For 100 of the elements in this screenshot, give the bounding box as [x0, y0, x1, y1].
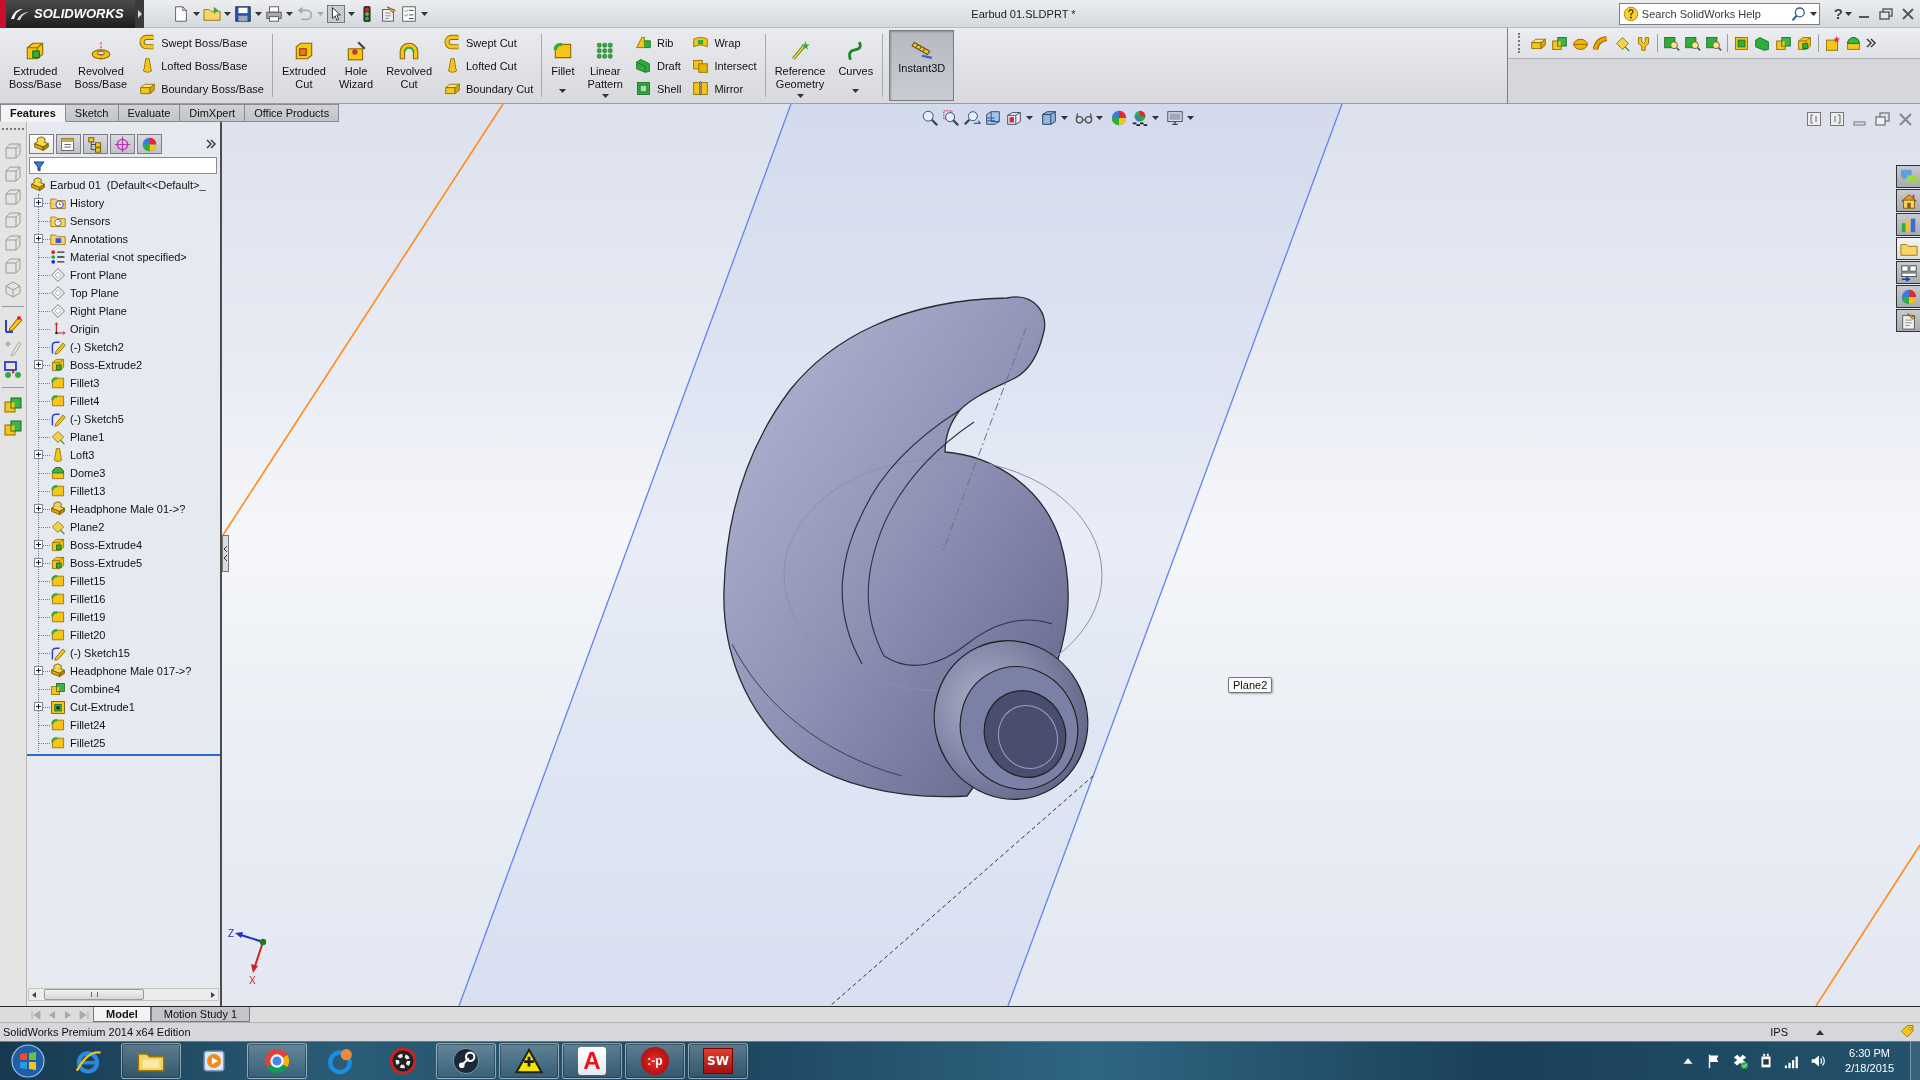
tree-item-label[interactable]: Sensors: [70, 215, 111, 227]
magnifier-arrow-icon[interactable]: [963, 109, 981, 127]
cube-stack-icon[interactable]: [1005, 109, 1023, 127]
ribbon-button[interactable]: Swept Boss/Base: [137, 34, 266, 51]
stacked-blocks-icon[interactable]: [3, 395, 23, 415]
repair-sketch-icon[interactable]: [3, 360, 23, 380]
ribbon-button[interactable]: Intersect: [690, 57, 759, 74]
cube-icon[interactable]: [1040, 109, 1058, 127]
tree-item-label[interactable]: Fillet15: [70, 575, 106, 587]
caret-icon[interactable]: [1061, 116, 1068, 120]
section-block-icon[interactable]: [984, 109, 1002, 127]
task-pane-tab[interactable]: [1896, 213, 1920, 236]
tree-item-label[interactable]: (-) Sketch5: [70, 413, 124, 425]
units-label[interactable]: IPS: [1770, 1026, 1788, 1038]
tree-item-label[interactable]: Fillet25: [70, 737, 106, 749]
help-button[interactable]: ?: [1831, 5, 1845, 22]
tree-item-label[interactable]: (-) Sketch2: [70, 341, 124, 353]
color-ball-icon[interactable]: [1110, 109, 1128, 127]
expand-box-icon[interactable]: [34, 666, 43, 675]
panel-tab[interactable]: [110, 134, 135, 154]
task-pane-tab[interactable]: [1896, 237, 1920, 260]
tree-item-label[interactable]: Boss-Extrude5: [70, 557, 143, 569]
expand-box-icon[interactable]: [34, 540, 43, 549]
clock-time[interactable]: 6:30 PM: [1849, 1046, 1890, 1061]
tree-item-label[interactable]: Annotations: [70, 233, 129, 245]
tree-item-label[interactable]: Fillet13: [70, 485, 106, 497]
panel-tab[interactable]: [137, 134, 162, 154]
shell-icon[interactable]: [1733, 34, 1750, 52]
tree-item-label[interactable]: Fillet16: [70, 593, 106, 605]
tree-item-label[interactable]: Fillet20: [70, 629, 106, 641]
tree-item-label[interactable]: Dome3: [70, 467, 106, 479]
caret-icon[interactable]: [421, 11, 428, 16]
logo-menu-button[interactable]: SOLIDWORKS: [0, 0, 135, 28]
caret-icon[interactable]: [1809, 11, 1817, 16]
search-icon[interactable]: [1790, 5, 1807, 22]
task-pane-tab[interactable]: [1896, 309, 1920, 332]
ribbon-button[interactable]: Curves: [835, 30, 877, 101]
caret-icon[interactable]: [286, 11, 293, 16]
task-pane-tab[interactable]: [1896, 189, 1920, 212]
tree-item-label[interactable]: History: [70, 197, 105, 209]
tree-item-label[interactable]: Earbud 01 (Default<<Default>_: [50, 179, 206, 191]
scrollbar-thumb[interactable]: [44, 989, 144, 1000]
checker-ball-icon[interactable]: [1131, 109, 1149, 127]
caret-icon[interactable]: [1845, 11, 1852, 16]
ribbon-button[interactable]: Boundary Cut: [442, 80, 536, 97]
tree-item-label[interactable]: Loft3: [70, 449, 95, 461]
tree-item-label[interactable]: Right Plane: [70, 305, 127, 317]
sketch-pencil-icon[interactable]: [3, 314, 23, 334]
tab[interactable]: Features: [0, 104, 66, 122]
ribbon-button[interactable]: Wrap: [690, 34, 759, 51]
tile-left-icon[interactable]: [1807, 112, 1821, 126]
clock-date[interactable]: 2/18/2015: [1845, 1061, 1894, 1076]
caret-icon[interactable]: [255, 11, 262, 16]
ribbon-button[interactable]: Extruded Boss/Base: [6, 30, 65, 101]
stacked-blocks-icon[interactable]: [1551, 34, 1568, 52]
expand-box-icon[interactable]: [34, 198, 43, 207]
ribbon-button[interactable]: Shell: [632, 80, 684, 97]
magnifier-block-icon[interactable]: [1705, 34, 1722, 52]
restore-icon[interactable]: [1879, 7, 1893, 20]
page-icon[interactable]: [172, 4, 190, 23]
ribbon-button[interactable]: Draft: [632, 57, 684, 74]
caret-icon[interactable]: [1026, 116, 1033, 120]
caret-icon[interactable]: [601, 94, 609, 98]
tree-item-label[interactable]: (-) Sketch15: [70, 647, 130, 659]
box-check-icon[interactable]: [1731, 1052, 1750, 1070]
tree-item-label[interactable]: Fillet24: [70, 719, 106, 731]
caret-icon[interactable]: [1152, 116, 1159, 120]
hexagon-icon[interactable]: [1754, 34, 1771, 52]
up-caret-icon[interactable]: [1816, 1029, 1824, 1035]
ribbon-button[interactable]: Swept Cut: [442, 34, 536, 51]
tree-item-label[interactable]: Combine4: [70, 683, 121, 695]
tree-item-label[interactable]: Headphone Male 01->?: [70, 503, 186, 515]
panel-tab[interactable]: [83, 134, 108, 154]
taskbar-app[interactable]: [499, 1043, 559, 1079]
expand-box-icon[interactable]: [34, 504, 43, 513]
ribbon-button[interactable]: Lofted Boss/Base: [137, 57, 266, 74]
caret-icon[interactable]: [348, 11, 355, 16]
tree-item-label[interactable]: Origin: [70, 323, 100, 335]
ribbon-button[interactable]: Revolved Cut: [383, 30, 435, 101]
ribbon-button[interactable]: Boundary Boss/Base: [137, 80, 266, 97]
magnifier-icon[interactable]: [921, 109, 939, 127]
task-pane-tab[interactable]: [1896, 261, 1920, 284]
magnifier-block-icon[interactable]: [1684, 34, 1701, 52]
cursor-icon[interactable]: [327, 4, 345, 23]
expand-box-icon[interactable]: [34, 360, 43, 369]
dome-icon[interactable]: [1845, 34, 1862, 52]
stacked-blocks-icon[interactable]: [3, 418, 23, 438]
ribbon-button[interactable]: Rib: [632, 34, 684, 51]
tab[interactable]: Evaluate: [118, 104, 181, 122]
ribbon-button[interactable]: Lofted Cut: [442, 57, 536, 74]
taskbar-app[interactable]: :-p: [625, 1043, 685, 1079]
tree-item-label[interactable]: Headphone Male 017->?: [70, 665, 192, 677]
tree-item-label[interactable]: Material <not specified>: [70, 251, 187, 263]
caret-icon[interactable]: [559, 89, 567, 93]
tile-right-icon[interactable]: [1830, 112, 1844, 126]
checklist-icon[interactable]: [400, 4, 418, 23]
block-icon[interactable]: [1796, 34, 1813, 52]
tab[interactable]: Office Products: [245, 104, 340, 122]
star-block-icon[interactable]: [1824, 34, 1841, 52]
ribbon-button[interactable]: Extruded Cut: [278, 30, 329, 101]
